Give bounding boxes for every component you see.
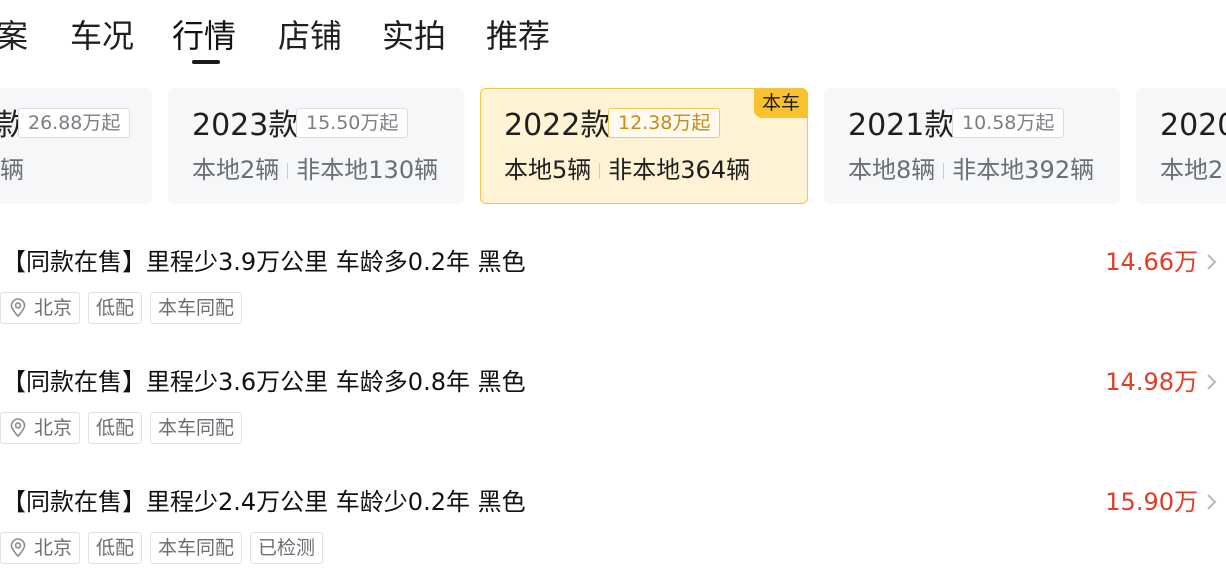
starting-price-tag: 26.88万起 — [18, 108, 131, 138]
listing-tags: 北京 低配 本车同配 — [0, 292, 250, 324]
local-count: 本地8辆 — [848, 156, 936, 184]
listing-tags: 北京 低配 本车同配 已检测 — [0, 532, 331, 564]
tab-market[interactable]: 行情 — [172, 16, 236, 56]
tab-shop[interactable]: 店铺 — [278, 16, 342, 56]
tab-photos[interactable]: 实拍 — [382, 16, 446, 56]
listing-counts: 本地5辆 非本地364辆 — [504, 154, 750, 186]
location-pin-icon — [10, 538, 26, 558]
tab-condition[interactable]: 车况 — [70, 16, 134, 56]
chevron-right-icon — [1207, 494, 1217, 510]
location-text: 北京 — [34, 537, 73, 559]
chevron-right-icon — [1207, 254, 1217, 270]
local-count: 本地2辆 — [192, 156, 280, 184]
listing-price: 15.90万 — [1105, 488, 1198, 516]
inspected-tag: 已检测 — [250, 532, 324, 564]
starting-price-tag: 12.38万起 — [608, 108, 721, 138]
year-label: 2020 — [1160, 108, 1226, 143]
active-tab-indicator — [192, 60, 220, 64]
chevron-right-icon — [1207, 374, 1217, 390]
location-pin-icon — [10, 298, 26, 318]
year-card[interactable]: 2020 本地2 — [1136, 88, 1226, 204]
nonlocal-count: 非本地364辆 — [608, 156, 751, 184]
local-count: 本地5辆 — [504, 156, 592, 184]
same-config-tag: 本车同配 — [150, 292, 243, 324]
location-tag: 北京 — [0, 412, 81, 444]
listing-item[interactable]: 【同款在售】里程少3.9万公里 车龄多0.2年 黑色 14.66万 北京 低配 本车… — [0, 246, 1226, 346]
year-card[interactable]: 款 26.88万起 辆 — [0, 88, 152, 204]
listing-price: 14.66万 — [1105, 248, 1198, 276]
trim-tag: 低配 — [88, 292, 143, 324]
location-text: 北京 — [34, 417, 73, 439]
listing-title: 【同款在售】里程少2.4万公里 车龄少0.2年 黑色 — [2, 488, 526, 516]
divider — [599, 163, 601, 179]
year-label: 2023款 — [192, 108, 299, 143]
trim-tag: 低配 — [88, 412, 143, 444]
location-pin-icon — [10, 418, 26, 438]
listing-counts: 本地8辆 非本地392辆 — [848, 154, 1094, 186]
listing-item[interactable]: 【同款在售】里程少3.6万公里 车龄多0.8年 黑色 14.98万 北京 低配 本车… — [0, 366, 1226, 466]
same-config-tag: 本车同配 — [150, 532, 243, 564]
listing-title: 【同款在售】里程少3.6万公里 车龄多0.8年 黑色 — [2, 368, 526, 396]
current-car-badge: 本车 — [754, 89, 807, 118]
divider — [943, 163, 945, 179]
nonlocal-count: 非本地130辆 — [296, 156, 439, 184]
listing-price: 14.98万 — [1105, 368, 1198, 396]
trim-tag: 低配 — [88, 532, 143, 564]
year-card[interactable]: 2021款 10.58万起 本地8辆 非本地392辆 — [824, 88, 1120, 204]
listing-item[interactable]: 【同款在售】里程少2.4万公里 车龄少0.2年 黑色 15.90万 北京 低配 本车… — [0, 486, 1226, 586]
year-label: 2022款 — [504, 108, 611, 143]
divider — [287, 163, 289, 179]
listing-tags: 北京 低配 本车同配 — [0, 412, 250, 444]
year-card-strip: 款 26.88万起 辆 2023款 15.50万起 本地2辆 非本地130辆 20… — [0, 88, 1226, 204]
location-text: 北京 — [34, 297, 73, 319]
location-tag: 北京 — [0, 292, 81, 324]
starting-price-tag: 15.50万起 — [296, 108, 409, 138]
listing-counts: 本地2 — [1160, 156, 1224, 184]
same-config-tag: 本车同配 — [150, 412, 243, 444]
tab-bar: 案 车况 行情 店铺 实拍 推荐 — [0, 0, 1226, 72]
tab-archive[interactable]: 案 — [0, 16, 28, 56]
listing-title: 【同款在售】里程少3.9万公里 车龄多0.2年 黑色 — [2, 248, 526, 276]
location-tag: 北京 — [0, 532, 81, 564]
year-label: 2021款 — [848, 108, 955, 143]
tab-recommend[interactable]: 推荐 — [486, 16, 550, 56]
listing-counts: 本地2辆 非本地130辆 — [192, 154, 438, 186]
year-card[interactable]: 2023款 15.50万起 本地2辆 非本地130辆 — [168, 88, 464, 204]
listing-counts: 辆 — [0, 156, 24, 184]
nonlocal-count: 非本地392辆 — [952, 156, 1095, 184]
starting-price-tag: 10.58万起 — [952, 108, 1065, 138]
year-card-selected[interactable]: 2022款 12.38万起 本地5辆 非本地364辆 本车 — [480, 88, 808, 204]
